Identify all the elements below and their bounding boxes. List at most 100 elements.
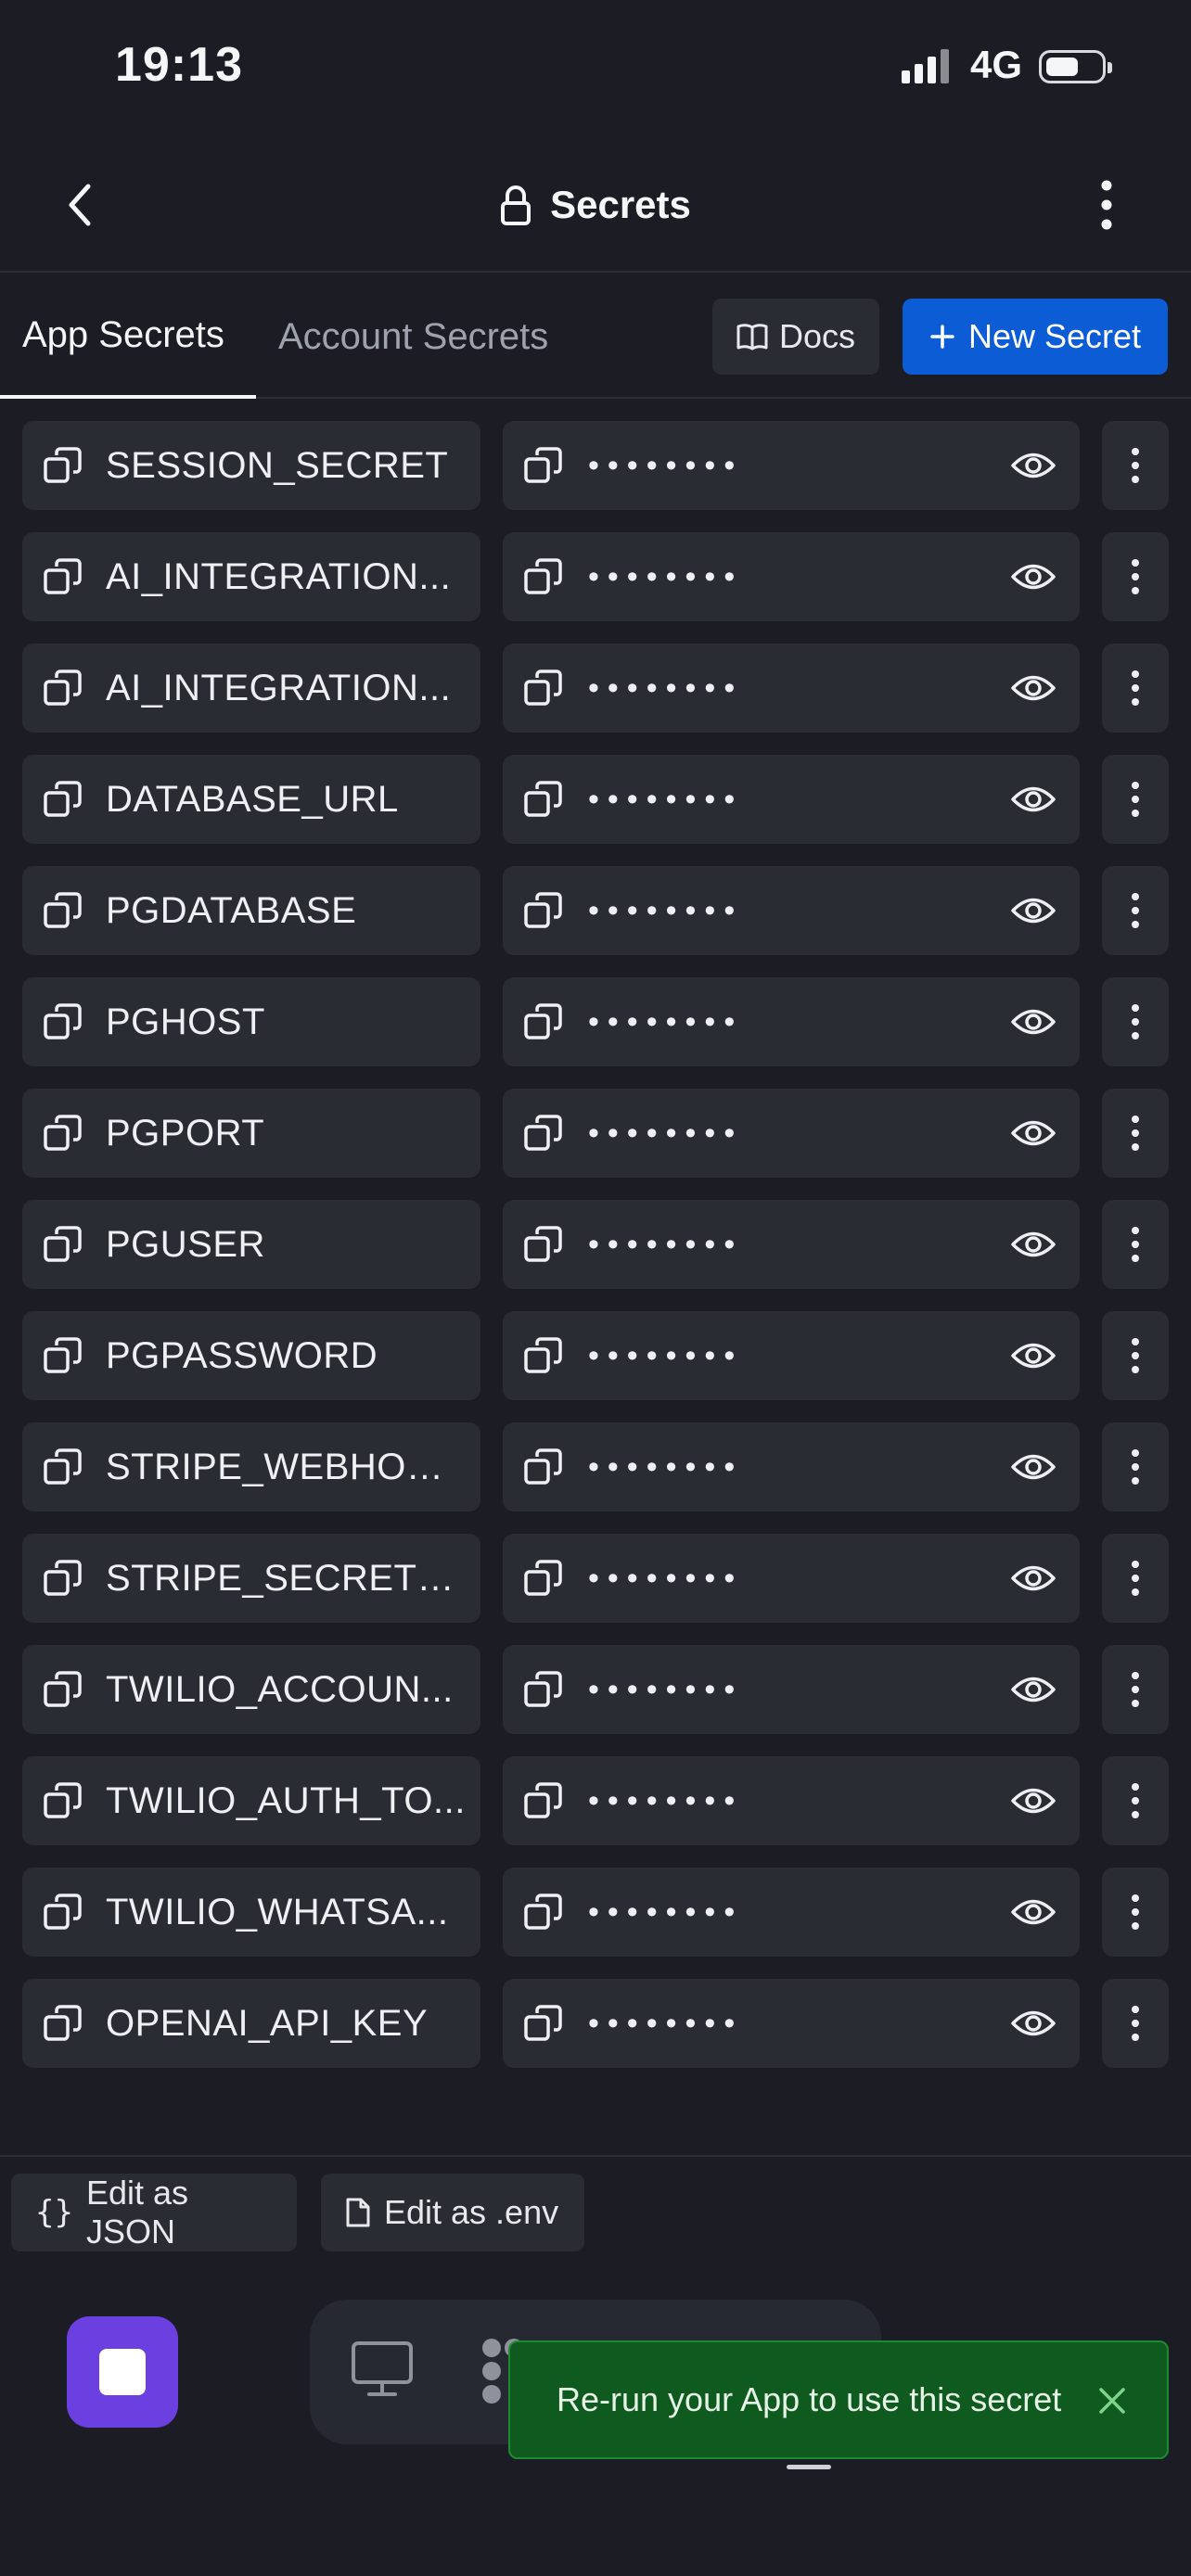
secret-menu-button[interactable] [1102,755,1169,844]
secret-menu-button[interactable] [1102,1311,1169,1400]
edit-as-env-button[interactable]: Edit as .env [321,2174,584,2251]
secret-value-field[interactable]: •••••••• [503,1534,1080,1623]
copy-icon[interactable] [523,1224,564,1265]
secret-key-field[interactable]: DATABASE_URL [22,755,480,844]
copy-icon[interactable] [523,1113,564,1154]
secret-key-field[interactable]: PGHOST [22,977,480,1066]
secret-menu-button[interactable] [1102,1200,1169,1289]
toast-close-button[interactable] [1091,2379,1133,2422]
secret-menu-button[interactable] [1102,1868,1169,1957]
secret-value-field[interactable]: •••••••• [503,1756,1080,1845]
secret-menu-button[interactable] [1102,644,1169,733]
reveal-button[interactable] [1007,996,1059,1048]
tab-app-secrets[interactable]: App Secrets [0,274,256,399]
secret-key-field[interactable]: PGPASSWORD [22,1311,480,1400]
secret-key-field[interactable]: PGUSER [22,1200,480,1289]
copy-icon[interactable] [523,1001,564,1042]
reveal-button[interactable] [1007,1441,1059,1493]
secret-value-field[interactable]: •••••••• [503,421,1080,510]
secret-key-field[interactable]: STRIPE_WEBHOO... [22,1422,480,1511]
reveal-button[interactable] [1007,885,1059,937]
copy-icon[interactable] [43,1113,83,1154]
secret-value-field[interactable]: •••••••• [503,1868,1080,1957]
reveal-button[interactable] [1007,1218,1059,1270]
copy-icon[interactable] [523,779,564,820]
stop-button[interactable] [67,2316,178,2428]
secret-value-field[interactable]: •••••••• [503,1089,1080,1178]
secret-key-field[interactable]: OPENAI_API_KEY [22,1979,480,2068]
secret-value-field[interactable]: •••••••• [503,1311,1080,1400]
copy-icon[interactable] [523,1892,564,1932]
secret-menu-button[interactable] [1102,866,1169,955]
copy-icon[interactable] [523,1780,564,1821]
secret-menu-button[interactable] [1102,421,1169,510]
copy-icon[interactable] [43,2003,83,2044]
secret-value-field[interactable]: •••••••• [503,1979,1080,2068]
copy-icon[interactable] [43,1558,83,1599]
secret-value-field[interactable]: •••••••• [503,866,1080,955]
copy-icon[interactable] [43,1001,83,1042]
secret-key-field[interactable]: SESSION_SECRET [22,421,480,510]
secret-menu-button[interactable] [1102,977,1169,1066]
copy-icon[interactable] [523,1558,564,1599]
new-secret-button[interactable]: New Secret [903,299,1168,375]
copy-icon[interactable] [523,1335,564,1376]
copy-icon[interactable] [43,668,83,708]
copy-icon[interactable] [43,1335,83,1376]
copy-icon[interactable] [523,556,564,597]
secret-key-field[interactable]: STRIPE_SECRET_... [22,1534,480,1623]
copy-icon[interactable] [523,890,564,931]
copy-icon[interactable] [523,1669,564,1710]
secret-key-field[interactable]: PGDATABASE [22,866,480,955]
secret-key-field[interactable]: TWILIO_ACCOUN... [22,1645,480,1734]
tab-account-secrets[interactable]: Account Secrets [256,274,571,399]
reveal-button[interactable] [1007,662,1059,714]
edit-as-json-button[interactable]: {} Edit as JSON [11,2174,297,2251]
secret-menu-button[interactable] [1102,532,1169,621]
secret-key-field[interactable]: TWILIO_AUTH_TO... [22,1756,480,1845]
copy-icon[interactable] [43,1224,83,1265]
copy-icon[interactable] [523,668,564,708]
reveal-button[interactable] [1007,1775,1059,1827]
secret-value-field[interactable]: •••••••• [503,977,1080,1066]
secret-value-field[interactable]: •••••••• [503,644,1080,733]
secret-menu-button[interactable] [1102,1979,1169,2068]
reveal-button[interactable] [1007,440,1059,491]
secret-menu-button[interactable] [1102,1089,1169,1178]
desktop-icon[interactable] [351,2340,414,2398]
copy-icon[interactable] [43,445,83,486]
secret-key-field[interactable]: PGPORT [22,1089,480,1178]
secret-key-field[interactable]: AI_INTEGRATION... [22,644,480,733]
secret-value-field[interactable]: •••••••• [503,1200,1080,1289]
secret-menu-button[interactable] [1102,1645,1169,1734]
secret-value-field[interactable]: •••••••• [503,755,1080,844]
secret-key-field[interactable]: TWILIO_WHATSA... [22,1868,480,1957]
reveal-button[interactable] [1007,1330,1059,1382]
copy-icon[interactable] [43,1447,83,1487]
secret-menu-button[interactable] [1102,1534,1169,1623]
reveal-button[interactable] [1007,1997,1059,2049]
secret-menu-button[interactable] [1102,1756,1169,1845]
secret-value-field[interactable]: •••••••• [503,1422,1080,1511]
copy-icon[interactable] [523,2003,564,2044]
more-options-button[interactable] [1083,172,1130,237]
secret-value-field[interactable]: •••••••• [503,532,1080,621]
copy-icon[interactable] [523,1447,564,1487]
reveal-button[interactable] [1007,551,1059,603]
docs-button[interactable]: Docs [712,299,879,375]
reveal-button[interactable] [1007,773,1059,825]
reveal-button[interactable] [1007,1886,1059,1938]
secret-menu-button[interactable] [1102,1422,1169,1511]
reveal-button[interactable] [1007,1664,1059,1715]
reveal-button[interactable] [1007,1552,1059,1604]
copy-icon[interactable] [43,1780,83,1821]
copy-icon[interactable] [43,556,83,597]
secret-key-field[interactable]: AI_INTEGRATION... [22,532,480,621]
secret-value-field[interactable]: •••••••• [503,1645,1080,1734]
reveal-button[interactable] [1007,1107,1059,1159]
copy-icon[interactable] [43,779,83,820]
copy-icon[interactable] [43,1892,83,1932]
copy-icon[interactable] [43,890,83,931]
copy-icon[interactable] [43,1669,83,1710]
copy-icon[interactable] [523,445,564,486]
